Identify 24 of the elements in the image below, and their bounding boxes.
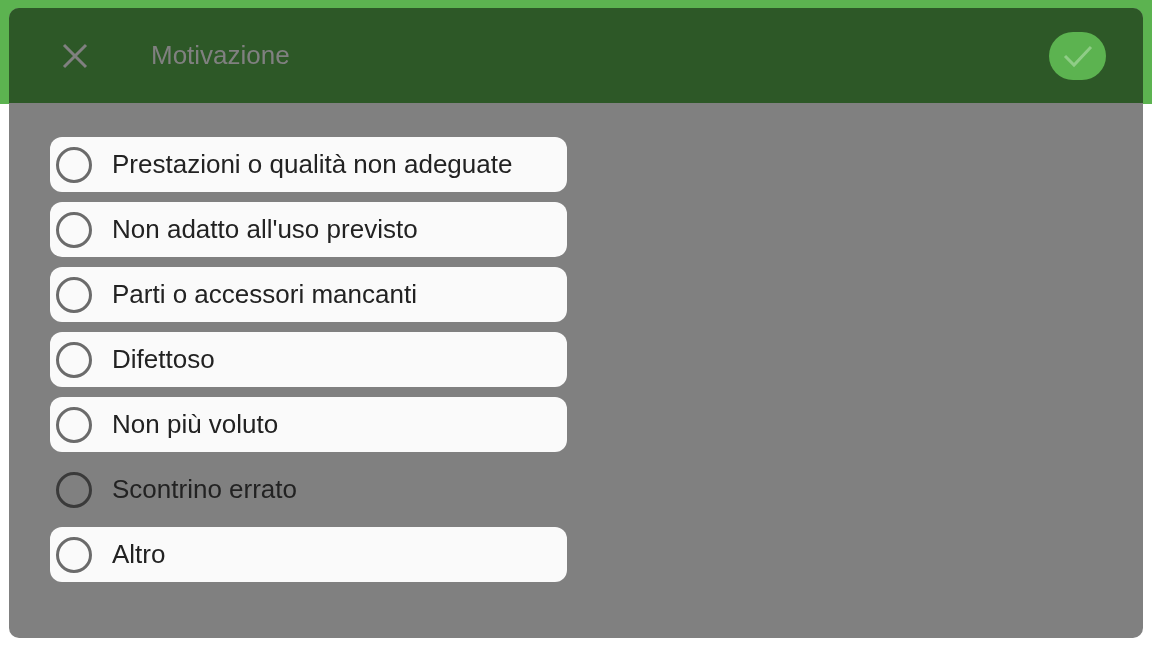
radio-button[interactable] [56, 276, 92, 313]
option-label: Difettoso [112, 343, 215, 376]
radio-option[interactable]: Scontrino errato [50, 462, 567, 517]
radio-option[interactable]: Parti o accessori mancanti [50, 267, 567, 322]
option-label: Non più voluto [112, 408, 279, 441]
radio-option[interactable]: Non adatto all'uso previsto [50, 202, 567, 257]
radio-option[interactable]: Prestazioni o qualità non adeguate [50, 137, 567, 192]
radio-button[interactable] [56, 146, 92, 183]
confirm-button[interactable] [1049, 31, 1106, 80]
radio-option[interactable]: Difettoso [50, 332, 567, 387]
radio-option[interactable]: Non più voluto [50, 397, 567, 452]
option-label: Parti o accessori mancanti [112, 278, 417, 311]
radio-button[interactable] [56, 471, 92, 508]
radio-button[interactable] [56, 341, 92, 378]
radio-button[interactable] [56, 406, 92, 443]
close-icon [62, 42, 88, 69]
radio-option[interactable]: Altro [50, 527, 567, 582]
dialog-title: Motivazione [151, 39, 290, 72]
option-label: Scontrino errato [112, 473, 297, 506]
radio-button[interactable] [56, 211, 92, 248]
radio-button[interactable] [56, 536, 92, 573]
option-label: Altro [112, 538, 166, 571]
option-label: Prestazioni o qualità non adeguate [112, 148, 513, 181]
option-label: Non adatto all'uso previsto [112, 213, 418, 246]
